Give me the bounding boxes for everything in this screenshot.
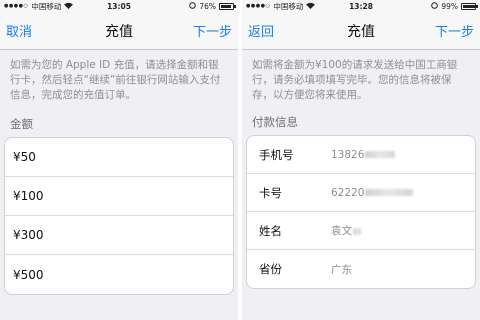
next-button[interactable]: 下一步 [435, 21, 474, 40]
province-value[interactable]: 广东 [331, 262, 352, 277]
nav-bar: 取消 充值 下一步 [0, 12, 238, 50]
battery-icon [461, 2, 478, 10]
phone-label: 手机号 [259, 147, 294, 162]
payment-form: 手机号 13826 卡号 62220 姓名 袁文 省份 广东 [246, 135, 476, 289]
cancel-button[interactable]: 取消 [6, 21, 32, 40]
phone-field[interactable]: 手机号 13826 [247, 136, 475, 174]
intro-text: 如需为您的 Apple ID 充值，请选择金额和银行卡，然后轻点“继续”前往银行… [10, 59, 221, 101]
battery-icon [219, 2, 236, 10]
status-bar: ●●●●○ 中国移动 13:05 76% [0, 0, 238, 12]
status-bar: ●●●●○ 中国移动 13:28 99% [242, 0, 480, 12]
nav-bar: 返回 充值 下一步 [242, 12, 480, 50]
status-time: 13:28 [349, 1, 373, 11]
amount-list: ¥50 ¥100 ¥300 ¥500 [4, 137, 234, 295]
amount-option-500[interactable]: ¥500 [5, 255, 233, 294]
amount-screen: ●●●●○ 中国移动 13:05 76% 取消 充值 下一步 如需为您的 App… [0, 0, 238, 320]
intro-text: 如需将金额为¥100的请求发送给中国工商银行，请务必填项填写完毕。您的信息将被保… [252, 59, 458, 101]
payment-info-screen: ●●●●○ 中国移动 13:28 99% 返回 充值 下一步 如需将金额为¥10… [242, 0, 480, 320]
name-label: 姓名 [259, 223, 282, 238]
name-field[interactable]: 姓名 袁文 [247, 212, 475, 250]
card-number-value[interactable]: 62220 [331, 187, 414, 199]
amount-option-300[interactable]: ¥300 [5, 216, 233, 255]
amount-option-50[interactable]: ¥50 [5, 138, 233, 177]
back-button[interactable]: 返回 [248, 21, 274, 40]
next-button[interactable]: 下一步 [193, 21, 232, 40]
province-label: 省份 [259, 262, 282, 276]
name-value[interactable]: 袁文 [331, 223, 361, 238]
card-number-field[interactable]: 卡号 62220 [247, 174, 475, 212]
card-number-label: 卡号 [259, 185, 282, 200]
phone-value[interactable]: 13826 [331, 149, 396, 161]
status-time: 13:05 [107, 1, 131, 11]
amount-option-100[interactable]: ¥100 [5, 177, 233, 216]
province-field[interactable]: 省份 广东 [247, 250, 475, 288]
payment-section-label: 付款信息 [252, 115, 298, 129]
amount-section-label: 金额 [10, 117, 33, 131]
